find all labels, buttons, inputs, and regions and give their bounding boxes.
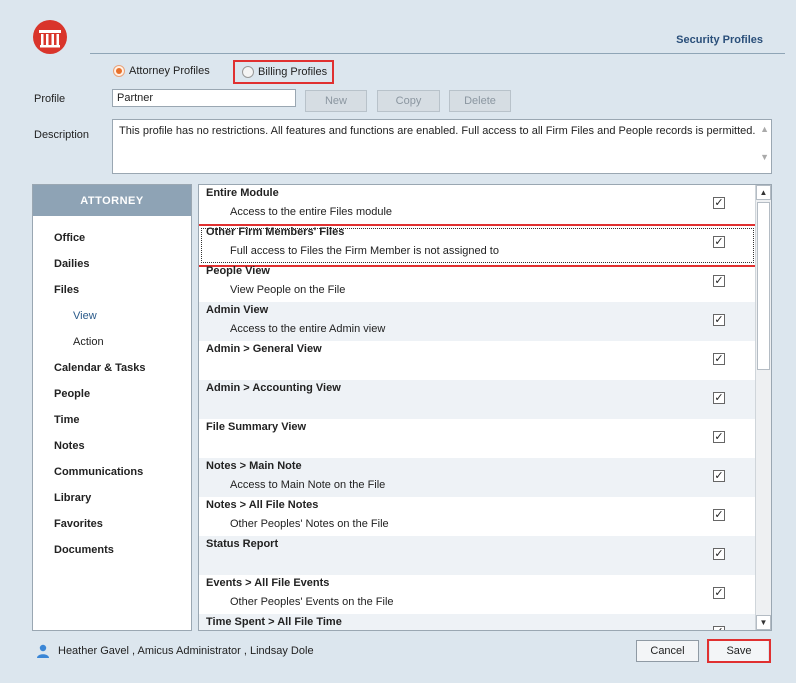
- permission-row: Status Report ✓: [199, 536, 757, 575]
- description-scroll-arrows-icon[interactable]: ▲ ▼: [760, 122, 769, 164]
- scroll-down-arrow-icon[interactable]: ▼: [756, 615, 771, 630]
- billing-profiles-radio[interactable]: Billing Profiles: [233, 60, 334, 84]
- attorney-profiles-radio[interactable]: Attorney Profiles: [113, 65, 210, 77]
- scroll-thumb[interactable]: [757, 202, 770, 370]
- sidebar-item-documents[interactable]: Documents: [33, 537, 191, 563]
- description-textarea[interactable]: This profile has no restrictions. All fe…: [112, 119, 772, 174]
- permission-title: File Summary View: [206, 421, 307, 433]
- permission-row: Admin > Accounting View ✓: [199, 380, 757, 419]
- assigned-users: Heather Gavel , Amicus Administrator , L…: [36, 644, 314, 658]
- profile-label: Profile: [34, 93, 66, 105]
- permissions-list: Entire Module Access to the entire Files …: [199, 185, 758, 630]
- permission-checkbox[interactable]: ✓: [713, 470, 725, 482]
- title-bar: Security Profiles: [90, 34, 785, 54]
- profile-name-input[interactable]: Partner: [112, 89, 296, 107]
- sidebar-item-people[interactable]: People: [33, 381, 191, 407]
- delete-button[interactable]: Delete: [449, 90, 511, 112]
- permission-row: Events > All File Events Other Peoples' E…: [199, 575, 757, 614]
- permission-row: Other Firm Members' Files Full access to …: [199, 224, 758, 267]
- person-icon: [37, 644, 49, 658]
- permission-title: Entire Module: [206, 187, 279, 199]
- permission-title: Admin > General View: [206, 343, 322, 355]
- permission-title: Admin > Accounting View: [206, 382, 341, 394]
- module-sidebar: ATTORNEY Office Dailies Files View Actio…: [32, 184, 192, 631]
- sidebar-header: ATTORNEY: [33, 185, 191, 216]
- permissions-scrollbar[interactable]: ▲ ▼: [755, 185, 771, 630]
- permission-row: Entire Module Access to the entire Files …: [199, 185, 757, 224]
- permission-title: Time Spent > All File Time: [206, 616, 342, 628]
- radio-unselected-icon[interactable]: [242, 66, 254, 78]
- permission-checkbox[interactable]: ✓: [713, 353, 725, 365]
- permission-description: Other Peoples' Events on the File: [230, 596, 394, 608]
- sidebar-item-favorites[interactable]: Favorites: [33, 511, 191, 537]
- permission-row: Admin > General View ✓: [199, 341, 757, 380]
- permission-checkbox[interactable]: ✓: [713, 587, 725, 599]
- permission-checkbox[interactable]: ✓: [713, 509, 725, 521]
- new-button[interactable]: New: [305, 90, 367, 112]
- permission-row: Notes > All File Notes Other Peoples' Not…: [199, 497, 757, 536]
- page-title: Security Profiles: [676, 34, 763, 46]
- scroll-up-arrow-icon[interactable]: ▲: [756, 185, 771, 200]
- permission-row: File Summary View ✓: [199, 419, 757, 458]
- sidebar-item-files-action[interactable]: Action: [33, 329, 191, 355]
- permission-description: Access to the entire Files module: [230, 206, 393, 218]
- permission-checkbox[interactable]: ✓: [713, 197, 725, 209]
- permission-row: Time Spent > All File Time ✓: [199, 614, 757, 630]
- permission-title: Status Report: [206, 538, 279, 550]
- permission-title: Notes > Main Note: [206, 460, 302, 472]
- permission-description: Other Peoples' Notes on the File: [230, 518, 389, 530]
- save-highlight: Save: [707, 639, 771, 663]
- sidebar-item-communications[interactable]: Communications: [33, 459, 191, 485]
- permission-title: Events > All File Events: [206, 577, 330, 589]
- sidebar-item-files-view[interactable]: View: [33, 303, 191, 329]
- permission-checkbox[interactable]: ✓: [713, 275, 725, 287]
- sidebar-item-calendar-tasks[interactable]: Calendar & Tasks: [33, 355, 191, 381]
- permissions-panel: Entire Module Access to the entire Files …: [198, 184, 772, 631]
- cancel-button[interactable]: Cancel: [636, 640, 699, 662]
- permission-checkbox[interactable]: ✓: [713, 314, 725, 326]
- permission-description: View People on the File: [230, 284, 346, 296]
- permission-checkbox[interactable]: ✓: [713, 392, 725, 404]
- profile-type-group: Attorney Profiles: [113, 65, 210, 77]
- sidebar-item-notes[interactable]: Notes: [33, 433, 191, 459]
- permission-row: Admin View Access to the entire Admin vie…: [199, 302, 757, 341]
- sidebar-nav: Office Dailies Files View Action Calenda…: [33, 216, 191, 563]
- description-label: Description: [34, 129, 90, 141]
- permission-checkbox[interactable]: ✓: [713, 431, 725, 443]
- permission-row: People View View People on the File ✓: [199, 263, 757, 302]
- permission-title: People View: [206, 265, 270, 277]
- sidebar-item-files[interactable]: Files: [33, 277, 191, 303]
- permission-checkbox[interactable]: ✓: [713, 236, 725, 248]
- radio-selected-icon[interactable]: [113, 65, 125, 77]
- sidebar-item-dailies[interactable]: Dailies: [33, 251, 191, 277]
- permission-description: Access to the entire Admin view: [230, 323, 386, 335]
- permission-checkbox[interactable]: ✓: [713, 548, 725, 560]
- permission-title: Notes > All File Notes: [206, 499, 319, 511]
- permission-description: Full access to Files the Firm Member is …: [230, 245, 499, 257]
- attorney-profiles-label: Attorney Profiles: [129, 65, 210, 77]
- permission-row: Notes > Main Note Access to Main Note on …: [199, 458, 757, 497]
- copy-button[interactable]: Copy: [377, 90, 440, 112]
- assigned-users-text: Heather Gavel , Amicus Administrator , L…: [58, 645, 314, 657]
- permission-description: Access to Main Note on the File: [230, 479, 386, 491]
- permission-title: Admin View: [206, 304, 269, 316]
- permission-title: Other Firm Members' Files: [206, 226, 345, 238]
- permission-checkbox[interactable]: ✓: [713, 626, 725, 630]
- billing-profiles-label: Billing Profiles: [258, 66, 328, 78]
- description-text: This profile has no restrictions. All fe…: [119, 125, 756, 137]
- amicus-logo-icon: [33, 20, 67, 54]
- sidebar-item-office[interactable]: Office: [33, 225, 191, 251]
- save-button[interactable]: Save: [710, 641, 768, 661]
- sidebar-item-library[interactable]: Library: [33, 485, 191, 511]
- sidebar-item-time[interactable]: Time: [33, 407, 191, 433]
